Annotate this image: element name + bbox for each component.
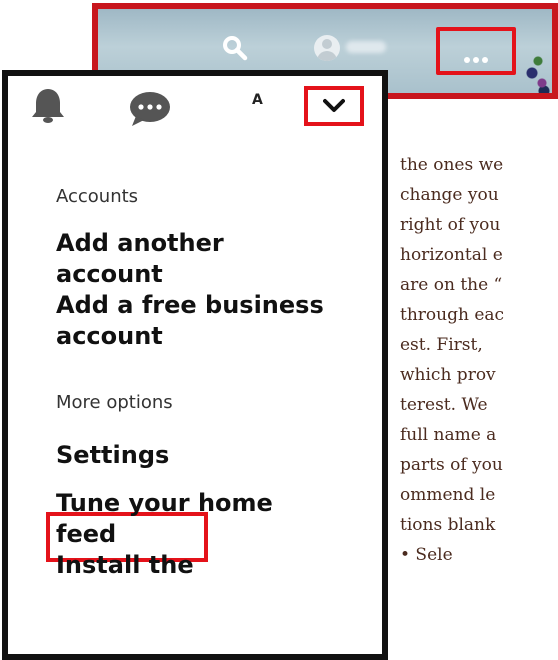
- article-line: parts of you: [400, 455, 503, 475]
- menu-item-label: Add another: [56, 229, 224, 257]
- panel-icon-row: A: [8, 76, 382, 138]
- account-dropdown-panel: A Accounts Add another account Add a fre…: [2, 70, 388, 660]
- header-artwork: [524, 37, 552, 93]
- menu-item-label: Settings: [56, 441, 170, 469]
- article-line: terest. We: [400, 395, 488, 415]
- article-line: • Sele: [400, 545, 453, 565]
- accounts-heading: Accounts: [56, 186, 139, 207]
- article-line: are on the “: [400, 275, 503, 295]
- article-line: change you: [400, 185, 499, 205]
- menu-item-label: Add a free business: [56, 291, 324, 319]
- article-line: right of you: [400, 215, 501, 235]
- account-menu-toggle[interactable]: [304, 86, 364, 126]
- article-line: full name a: [400, 425, 497, 445]
- menu-item-label: account: [56, 260, 163, 288]
- messages-chat-icon[interactable]: [128, 90, 172, 128]
- article-line: through eac: [400, 305, 505, 325]
- blurred-username: [346, 41, 386, 53]
- add-another-account-button[interactable]: Add another account: [56, 228, 224, 290]
- article-line: ommend le: [400, 485, 496, 505]
- settings-button[interactable]: Settings: [56, 440, 169, 471]
- article-line: est. First,: [400, 335, 483, 355]
- account-initial[interactable]: A: [252, 92, 263, 108]
- more-options-icon[interactable]: [464, 48, 491, 67]
- avatar[interactable]: [314, 35, 340, 61]
- more-options-highlight[interactable]: [436, 27, 516, 75]
- install-app-button[interactable]: Install the: [56, 550, 194, 581]
- notifications-bell-icon[interactable]: [30, 86, 66, 124]
- article-line: the ones we: [400, 155, 504, 175]
- article-text: the ones we change you right of you hori…: [400, 150, 558, 570]
- chevron-down-icon[interactable]: [323, 98, 345, 114]
- article-line: which prov: [400, 365, 496, 385]
- add-business-account-button[interactable]: Add a free business account: [56, 290, 324, 352]
- menu-item-label: Install the: [56, 551, 194, 579]
- article-line: tions blank: [400, 515, 496, 535]
- menu-item-label: account: [56, 322, 163, 350]
- article-line: horizontal e: [400, 245, 503, 265]
- menu-item-label: feed: [56, 520, 117, 548]
- tune-home-feed-button[interactable]: Tune your home feed: [56, 488, 273, 550]
- menu-item-label: Tune your home: [56, 489, 273, 517]
- more-options-heading: More options: [56, 392, 173, 413]
- search-icon[interactable]: [222, 35, 248, 61]
